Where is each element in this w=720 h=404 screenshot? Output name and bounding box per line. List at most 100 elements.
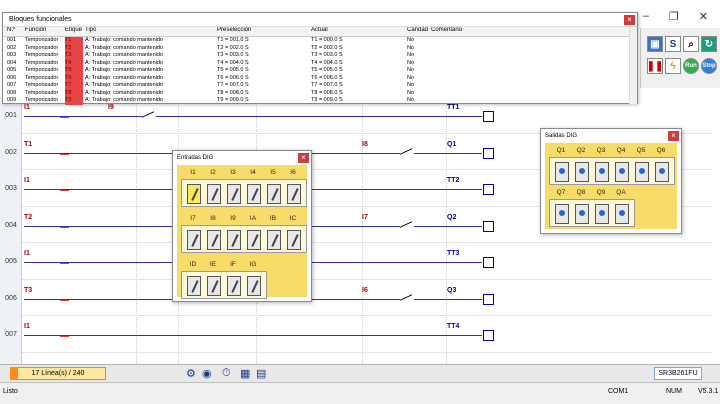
col-header[interactable]: Candad — [407, 27, 428, 33]
s-button[interactable]: S — [665, 36, 681, 52]
col-header[interactable]: Función — [25, 27, 46, 33]
restore-button[interactable]: ❐ — [669, 10, 679, 23]
col-header[interactable]: Etique — [65, 27, 82, 33]
input-switch[interactable] — [207, 184, 221, 204]
input-switch[interactable] — [247, 230, 261, 250]
output-lamp — [595, 162, 609, 182]
contact-label: I7 — [362, 213, 368, 221]
table-cell: T5 — [65, 67, 83, 75]
table-row[interactable]: 009 Temporizador T9 A: Trabajo: comando man… — [3, 97, 631, 105]
row-number: 001 — [5, 112, 17, 120]
rung-wire — [156, 116, 482, 118]
bottom-bar: Listo COM1 NUM V5.3.1 — [0, 382, 720, 404]
run-button[interactable]: Run — [683, 58, 699, 74]
input-switch[interactable] — [267, 184, 281, 204]
input-switch[interactable] — [227, 276, 241, 296]
function-blocks-header: N.º Función Etique Tipo Preselección Act… — [3, 27, 631, 37]
table-row[interactable]: 004 Temporizador T4 A: Trabajo: comando man… — [3, 59, 631, 67]
input-switch[interactable] — [287, 230, 301, 250]
flash-icon[interactable]: ϟ — [665, 58, 681, 74]
close-button[interactable]: ✕ — [699, 10, 708, 23]
coil-icon[interactable] — [483, 293, 494, 305]
coil-icon[interactable] — [483, 257, 494, 269]
input-switch[interactable] — [187, 276, 201, 296]
outputs-panel: Q1 Q2 Q3 Q4 Q5 Q6 Q7 Q8 Q9 QA — [545, 143, 677, 229]
col-header[interactable]: Actual — [311, 27, 328, 33]
table-cell: Temporizador — [25, 59, 59, 66]
col-header[interactable]: Comentario — [431, 27, 462, 33]
input-switch[interactable] — [227, 184, 241, 204]
input-switch-group — [181, 179, 307, 207]
coil-icon[interactable] — [483, 147, 494, 159]
table-cell: Temporizador — [25, 37, 59, 43]
coil-tool-icon[interactable]: ◉ — [202, 367, 212, 380]
output-lamp — [635, 162, 649, 182]
table-row[interactable]: 008 Temporizador T8 A: Trabajo: comando man… — [3, 89, 631, 97]
table-cell: A: Trabajo: comando mantenido — [85, 89, 163, 96]
table-cell: Temporizador — [25, 82, 59, 88]
minimize-button[interactable]: – — [643, 10, 649, 23]
coil-icon[interactable] — [483, 184, 494, 196]
input-switch[interactable] — [207, 276, 221, 296]
table-cell: No — [407, 44, 415, 51]
output-label: Q2 — [576, 147, 586, 154]
table-cell: T9 = 009.0 S — [311, 97, 343, 103]
stop-button[interactable]: Stop — [701, 58, 717, 74]
input-label: IC — [289, 215, 297, 222]
input-switch[interactable] — [207, 230, 221, 250]
timer-tool-icon[interactable]: ⏱ — [222, 367, 231, 380]
table-cell: Temporizador — [25, 89, 59, 96]
input-switch[interactable] — [227, 230, 241, 250]
outputs-titlebar[interactable]: Salidas DIG × — [541, 129, 681, 143]
table-cell: T3 — [65, 52, 83, 60]
coil-icon[interactable] — [483, 111, 494, 123]
output-lamp-group — [549, 157, 675, 185]
coil-label: Q2 — [447, 213, 457, 221]
table-cell: A: Trabajo: comando mantenido — [85, 74, 163, 81]
vertical-scrollbar[interactable] — [629, 27, 637, 104]
table-cell: Temporizador — [25, 52, 59, 58]
output-label: Q4 — [616, 147, 626, 154]
coil-icon[interactable] — [483, 330, 494, 342]
coil-icon[interactable] — [483, 220, 494, 232]
input-switch[interactable] — [247, 276, 261, 296]
table-cell: T7 — [65, 82, 83, 90]
table-row[interactable]: 002 Temporizador T2 A: Trabajo: comando man… — [3, 44, 631, 52]
input-switch[interactable] — [267, 230, 281, 250]
input-switch[interactable] — [187, 184, 201, 204]
table-cell: Temporizador — [25, 74, 59, 81]
table-cell: T1 — [65, 37, 83, 45]
display-tool-icon[interactable]: ▤ — [256, 367, 266, 380]
col-header[interactable]: Tipo — [85, 27, 96, 33]
table-row[interactable]: 003 Temporizador T3 A: Trabajo: comando man… — [3, 52, 631, 60]
table-cell: A: Trabajo: comando mantenido — [85, 82, 163, 88]
function-blocks-titlebar[interactable]: Bloques funcionales × — [3, 13, 637, 27]
input-switch[interactable] — [247, 184, 261, 204]
output-lamp — [555, 204, 569, 224]
transfer-icon[interactable]: ↻ — [701, 36, 717, 52]
contact-tool-icon[interactable]: ⚙ — [186, 367, 196, 380]
input-label: IA — [249, 215, 257, 222]
image-tool-icon[interactable]: ▦ — [240, 367, 250, 380]
output-lamp — [655, 162, 669, 182]
col-header[interactable]: Preselección — [217, 27, 251, 33]
pause-icon[interactable]: ❚❚ — [647, 58, 663, 74]
table-row[interactable]: 005 Temporizador T5 A: Trabajo: comando man… — [3, 67, 631, 75]
close-icon[interactable]: × — [624, 15, 635, 25]
close-icon[interactable]: × — [668, 131, 679, 141]
table-cell: A: Trabajo: comando mantenido — [85, 67, 163, 73]
table-cell: T3 = 003.0 S — [311, 52, 343, 58]
inputs-titlebar[interactable]: Entradas DIG × — [173, 151, 311, 165]
search-icon[interactable]: ⌕ — [683, 36, 699, 52]
input-label: I9 — [230, 215, 236, 222]
table-cell: T8 — [65, 89, 83, 97]
table-row[interactable]: 006 Temporizador T6 A: Trabajo: comando man… — [3, 74, 631, 82]
table-row[interactable]: 001 Temporizador T1 A: Trabajo: comando man… — [3, 37, 631, 45]
input-switch[interactable] — [287, 184, 301, 204]
col-header[interactable]: N.º — [7, 27, 15, 33]
input-switch[interactable] — [187, 230, 201, 250]
monitor-icon[interactable]: ▣ — [647, 36, 663, 52]
row-number: 006 — [5, 294, 17, 302]
table-row[interactable]: 007 Temporizador T7 A: Trabajo: comando man… — [3, 82, 631, 90]
close-icon[interactable]: × — [298, 153, 309, 163]
